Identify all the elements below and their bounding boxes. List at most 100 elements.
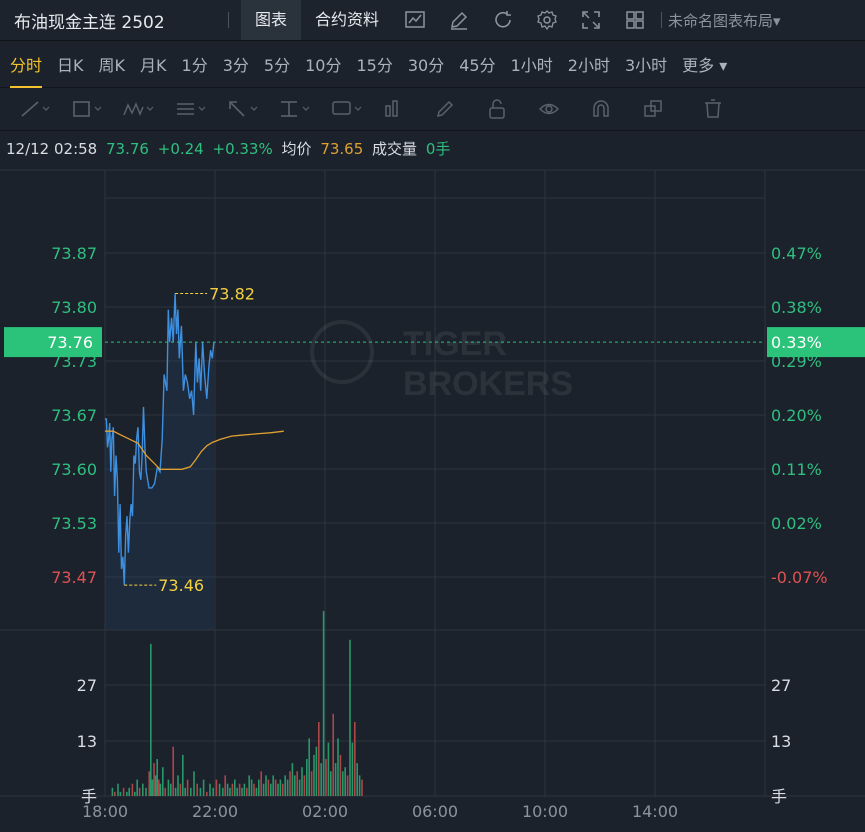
volume-bar bbox=[209, 783, 211, 796]
volume-bar bbox=[258, 779, 260, 796]
pct-tick-label: 0.38% bbox=[771, 298, 822, 317]
volume-bar bbox=[190, 787, 192, 796]
volume-bar bbox=[193, 771, 195, 796]
volume-bar bbox=[145, 787, 147, 796]
volume-bar bbox=[170, 783, 172, 796]
volume-bar bbox=[238, 783, 241, 796]
time-tick-label: 06:00 bbox=[412, 802, 458, 821]
volume-bar bbox=[177, 775, 179, 796]
price-tick-label: 73.53 bbox=[51, 514, 97, 533]
volume-bar bbox=[134, 791, 136, 796]
volume-bar bbox=[272, 775, 274, 796]
volume-bar bbox=[310, 771, 313, 796]
volume-bar bbox=[279, 779, 282, 796]
volume-bar bbox=[361, 779, 363, 796]
volume-tick-label: 13 bbox=[77, 732, 97, 751]
volume-bar bbox=[172, 746, 174, 796]
volume-bar bbox=[289, 771, 291, 796]
volume-bar bbox=[128, 787, 130, 796]
volume-bar bbox=[344, 767, 346, 796]
volume-bar bbox=[332, 713, 334, 796]
volume-bar bbox=[222, 787, 224, 796]
volume-tick-label: 13 bbox=[771, 732, 791, 751]
svg-text:BROKERS: BROKERS bbox=[403, 365, 573, 403]
volume-bar bbox=[260, 771, 262, 796]
volume-bar bbox=[313, 754, 315, 796]
volume-bar bbox=[148, 771, 150, 796]
volume-bar bbox=[142, 783, 144, 796]
volume-bar bbox=[277, 783, 279, 796]
volume-bar bbox=[224, 775, 226, 796]
volume-bar bbox=[162, 767, 164, 796]
time-tick-label: 02:00 bbox=[302, 802, 348, 821]
volume-bar bbox=[274, 779, 277, 796]
volume-bar bbox=[111, 787, 114, 796]
volume-bar bbox=[322, 611, 325, 796]
volume-bar bbox=[153, 763, 155, 796]
volume-bar bbox=[226, 783, 229, 796]
volume-bar bbox=[298, 779, 301, 796]
chart-grid bbox=[0, 169, 865, 797]
volume-bar bbox=[212, 787, 214, 796]
price-tick-label: 73.87 bbox=[51, 244, 97, 263]
volume-bar bbox=[339, 754, 342, 796]
volume-bar bbox=[303, 775, 306, 796]
volume-bar bbox=[186, 779, 189, 796]
time-tick-label: 10:00 bbox=[522, 802, 568, 821]
high-label: 73.82 bbox=[209, 285, 255, 304]
volume-bar bbox=[248, 775, 250, 796]
volume-tick-label: 27 bbox=[77, 676, 97, 695]
volume-bar bbox=[246, 787, 248, 796]
volume-bar bbox=[325, 759, 327, 796]
volume-bar bbox=[196, 783, 198, 796]
time-tick-label: 18:00 bbox=[82, 802, 128, 821]
volume-bar bbox=[119, 791, 122, 796]
volume-bar bbox=[174, 787, 177, 796]
volume-bar bbox=[294, 775, 296, 796]
volume-bar bbox=[253, 783, 255, 796]
watermark: TIGER BROKERS bbox=[310, 320, 573, 403]
svg-text:TIGER: TIGER bbox=[403, 325, 507, 363]
volume-bar bbox=[334, 763, 337, 796]
pct-tick-label: 0.11% bbox=[771, 460, 822, 479]
price-tick-label: 73.80 bbox=[51, 298, 97, 317]
volume-bar bbox=[284, 775, 286, 796]
price-tick-label: 73.47 bbox=[51, 568, 97, 587]
volume-bar bbox=[306, 759, 308, 796]
volume-bar bbox=[354, 722, 356, 796]
volume-bar bbox=[349, 639, 351, 796]
volume-bar bbox=[318, 722, 320, 796]
volume-bar bbox=[179, 783, 182, 796]
volume-bar bbox=[215, 779, 218, 796]
volume-bar bbox=[231, 783, 234, 796]
pct-tick-label: 0.47% bbox=[771, 244, 822, 263]
volume-bar bbox=[315, 746, 318, 796]
volume-bar bbox=[167, 779, 170, 796]
volume-bar bbox=[236, 787, 238, 796]
volume-bar bbox=[342, 771, 344, 796]
volume-bar bbox=[301, 767, 303, 796]
volume-bar bbox=[131, 783, 134, 796]
volume-bar bbox=[346, 775, 349, 796]
volume-tick-label: 27 bbox=[771, 676, 791, 695]
pct-tick-label: 0.02% bbox=[771, 514, 822, 533]
volume-bar bbox=[159, 783, 162, 796]
volume-bar bbox=[117, 783, 119, 796]
volume-unit-label: 手 bbox=[771, 787, 787, 806]
volume-bar bbox=[330, 771, 332, 796]
volume-bar bbox=[337, 738, 339, 796]
volume-bar bbox=[351, 742, 354, 796]
volume-bar bbox=[114, 791, 116, 796]
low-label: 73.46 bbox=[158, 576, 204, 595]
volume-bar bbox=[150, 643, 152, 796]
volume-bar bbox=[308, 738, 310, 796]
volume-bar bbox=[164, 787, 166, 796]
time-tick-label: 14:00 bbox=[632, 802, 678, 821]
volume-bar bbox=[286, 779, 289, 796]
volume-bar bbox=[356, 763, 358, 796]
volume-bar bbox=[136, 779, 138, 796]
price-tick-label: 73.60 bbox=[51, 460, 97, 479]
intraday-chart[interactable]: TIGER BROKERS 73.8773.8073.7373.6773.607… bbox=[0, 0, 865, 832]
volume-bar bbox=[296, 771, 298, 796]
volume-bar bbox=[267, 779, 270, 796]
